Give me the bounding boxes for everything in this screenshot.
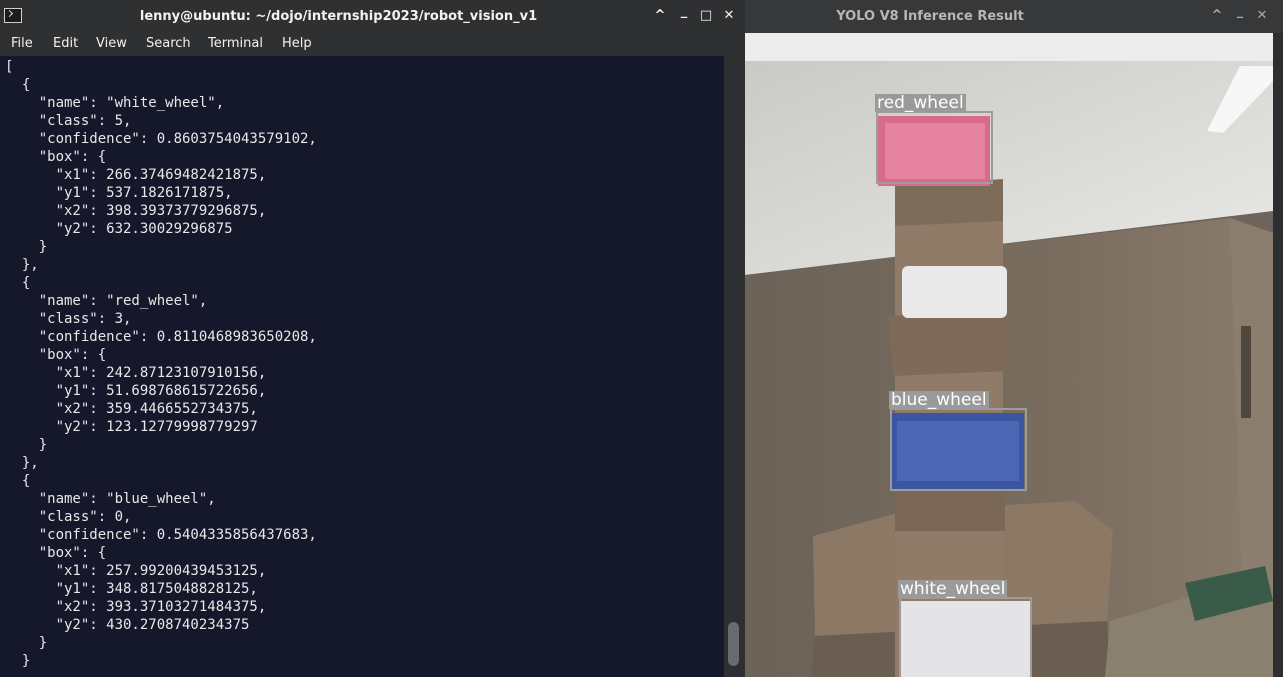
yolo-window: YOLO V8 Inference Result ^ _ ✕ red_wheel… [745, 0, 1283, 677]
detection-label-blue-wheel: blue_wheel [889, 390, 989, 410]
chevron-up-icon[interactable]: ^ [1208, 7, 1226, 25]
detection-label-white-wheel: white_wheel [898, 579, 1008, 599]
close-icon[interactable]: ✕ [720, 7, 738, 25]
terminal-text: [ { "name": "white_wheel", "class": 5, "… [5, 59, 317, 669]
terminal-window: lenny@ubuntu: ~/dojo/internship2023/robo… [0, 0, 745, 677]
menu-view[interactable]: View [96, 33, 127, 56]
terminal-menubar: File Edit View Search Terminal Help [0, 33, 745, 56]
inference-image: red_wheel blue_wheel white_wheel [745, 61, 1273, 677]
menu-help[interactable]: Help [282, 33, 312, 56]
menu-terminal[interactable]: Terminal [208, 33, 263, 56]
terminal-output[interactable]: [ { "name": "white_wheel", "class": 5, "… [0, 56, 724, 677]
close-icon[interactable]: ✕ [1253, 7, 1271, 25]
menu-file[interactable]: File [11, 33, 33, 56]
detection-box-red-wheel [876, 111, 993, 184]
terminal-scrollbar[interactable] [724, 56, 745, 677]
chevron-up-icon[interactable]: ^ [651, 7, 669, 25]
yolo-title: YOLO V8 Inference Result [836, 9, 1024, 24]
detection-box-white-wheel [899, 597, 1032, 677]
terminal-title: lenny@ubuntu: ~/dojo/internship2023/robo… [139, 9, 538, 24]
detection-box-blue-wheel [890, 408, 1027, 491]
minimize-icon[interactable]: _ [1231, 3, 1249, 21]
minimize-icon[interactable]: _ [675, 3, 693, 21]
yolo-titlebar[interactable]: YOLO V8 Inference Result ^ _ ✕ [745, 0, 1283, 33]
menu-edit[interactable]: Edit [53, 33, 78, 56]
scrollbar-thumb[interactable] [728, 622, 739, 666]
window-edge [1273, 33, 1283, 677]
terminal-titlebar[interactable]: lenny@ubuntu: ~/dojo/internship2023/robo… [0, 0, 745, 33]
menu-search[interactable]: Search [146, 33, 191, 56]
detection-label-red-wheel: red_wheel [875, 93, 966, 113]
yolo-toolbar [745, 33, 1273, 61]
maximize-icon[interactable]: □ [697, 7, 715, 25]
scene-photo [745, 61, 1273, 677]
